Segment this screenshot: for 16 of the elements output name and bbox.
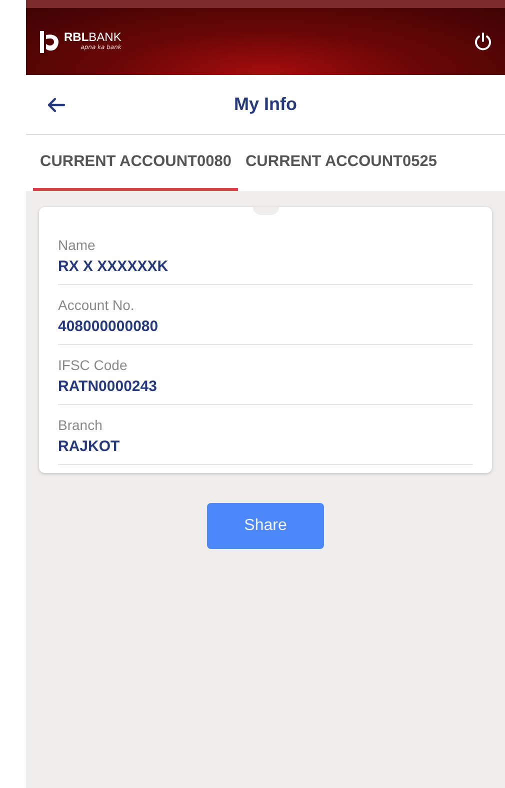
back-icon[interactable] bbox=[46, 96, 66, 112]
field-label: IFSC Code bbox=[58, 357, 128, 373]
field-value: RATN0000243 bbox=[58, 378, 158, 395]
field-label: Name bbox=[58, 237, 96, 253]
field-value: 408000000080 bbox=[58, 318, 160, 335]
page-title: My Info bbox=[234, 94, 297, 115]
field-value: RAJKOT bbox=[58, 438, 121, 455]
logo-icon bbox=[38, 28, 60, 54]
logo-text: RBLBANK bbox=[64, 31, 122, 44]
field-label: Account No. bbox=[58, 297, 136, 313]
field-value: RX X XXXXXXK bbox=[58, 258, 170, 275]
card-notch bbox=[253, 207, 279, 215]
account-tab[interactable]: CURRENT ACCOUNT0080 bbox=[33, 135, 238, 191]
account-tab[interactable]: CURRENT ACCOUNT0525 bbox=[238, 135, 444, 191]
field-label: Branch bbox=[58, 417, 104, 433]
power-icon[interactable] bbox=[473, 32, 493, 52]
